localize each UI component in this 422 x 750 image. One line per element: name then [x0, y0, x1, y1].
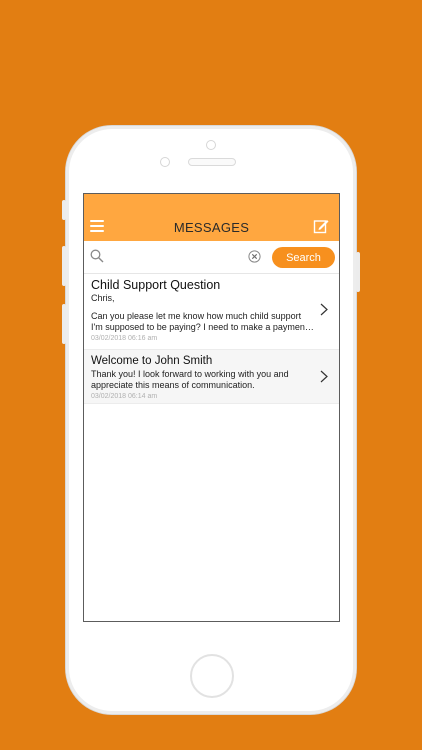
message-list-item[interactable]: Welcome to John Smith Thank you! I look …: [84, 350, 339, 404]
search-input[interactable]: [108, 247, 248, 267]
message-title: Welcome to John Smith: [91, 355, 213, 367]
home-button[interactable]: [190, 654, 234, 698]
volume-up-button: [62, 246, 66, 286]
search-bar: Search: [84, 241, 339, 274]
chevron-right-icon: [320, 303, 328, 316]
earpiece-speaker: [188, 158, 236, 166]
phone-frame: MESSAGES Search Child Support Question C…: [62, 126, 360, 714]
mute-switch: [62, 200, 66, 220]
app-header: MESSAGES: [84, 194, 339, 241]
sensor-dot: [206, 140, 216, 150]
message-date: 03/02/2018 06:16 am: [91, 335, 158, 342]
message-title: Child Support Question: [91, 278, 221, 292]
search-icon: [90, 249, 104, 263]
front-camera: [160, 157, 170, 167]
app-screen: MESSAGES Search Child Support Question C…: [83, 193, 340, 622]
compose-icon[interactable]: [313, 218, 329, 234]
search-button[interactable]: Search: [272, 247, 335, 268]
volume-down-button: [62, 304, 66, 344]
message-date: 03/02/2018 06:14 am: [91, 393, 158, 400]
message-salutation: Chris,: [91, 293, 115, 303]
chevron-right-icon: [320, 370, 328, 383]
message-preview-line: Thank you! I look forward to working wit…: [91, 369, 289, 379]
message-preview-line: I'm supposed to be paying? I need to mak…: [91, 322, 314, 332]
message-preview-line: Can you please let me know how much chil…: [91, 311, 302, 321]
message-preview-line: appreciate this means of communication.: [91, 380, 255, 390]
page-title: MESSAGES: [173, 220, 250, 235]
power-button: [356, 252, 360, 292]
clear-search-icon[interactable]: [248, 250, 261, 263]
message-list-item[interactable]: Child Support Question Chris, Can you pl…: [84, 274, 339, 350]
